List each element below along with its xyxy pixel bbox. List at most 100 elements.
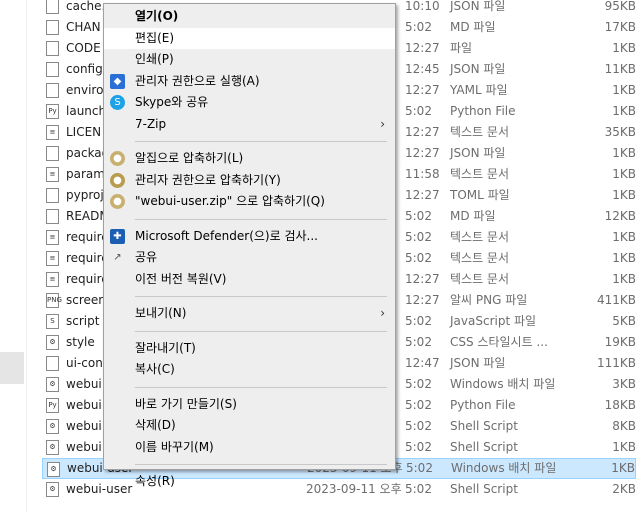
file-name: webui — [66, 398, 102, 412]
file-time: 5:02 — [405, 482, 432, 496]
menu-item[interactable]: 편집(E) — [104, 27, 395, 49]
file-size: 1KB — [612, 188, 636, 202]
context-menu: 열기(O) 편집(E) 인쇄(P) ◆ 관리자 권한으로 실행(A) S Skype와 공유… — [103, 3, 396, 488]
file-size: 8KB — [612, 419, 636, 433]
file-name: webui — [66, 419, 102, 433]
menu-item-label: 열기(O) — [135, 9, 179, 23]
file-time: 11:58 — [405, 167, 440, 181]
file-size: 95KB — [604, 0, 636, 13]
menu-item-label: 이름 바꾸기(M) — [135, 439, 214, 454]
menu-item-label: Microsoft Defender(으)로 검사... — [135, 228, 318, 243]
file-type: 텍스트 문서 — [450, 125, 510, 139]
menu-item[interactable]: 보내기(N) › — [104, 303, 395, 325]
file-size: 1KB — [612, 230, 636, 244]
png-icon: PNG — [46, 293, 62, 308]
chevron-right-icon: › — [380, 306, 385, 320]
menu-item[interactable]: 복사(C) — [104, 359, 395, 381]
menu-item-label: Skype와 공유 — [135, 95, 209, 109]
file-icon — [46, 188, 59, 203]
file-name: screen — [66, 293, 106, 307]
file-size: 1KB — [612, 83, 636, 97]
menu-item[interactable]: ● 관리자 권한으로 압축하기(Y) — [104, 170, 395, 192]
defender-icon: ✚ — [110, 228, 125, 244]
file-name: ui-con — [66, 356, 103, 370]
file-size: 12KB — [604, 209, 636, 223]
file-icon — [46, 41, 59, 56]
menu-item[interactable]: 7-Zip › — [104, 114, 395, 136]
file-type: Python File — [450, 104, 516, 118]
nav-pane-selection — [0, 352, 24, 384]
file-type: MD 파일 — [450, 209, 496, 223]
file-time: 5:02 — [405, 104, 432, 118]
python-icon: Py — [46, 104, 59, 119]
batch-icon: ⚙ — [46, 419, 59, 434]
file-type: Shell Script — [450, 440, 518, 454]
menu-item[interactable]: 바로 가기 만들기(S) — [104, 394, 395, 416]
file-size: 1KB — [612, 146, 636, 160]
file-type: 텍스트 문서 — [450, 272, 510, 286]
file-time: 5:02 — [405, 398, 432, 412]
skype-icon: S — [110, 95, 125, 110]
menu-item-label: 관리자 권한으로 실행(A) — [135, 73, 260, 88]
file-icon — [46, 20, 59, 35]
file-size: 111KB — [596, 356, 636, 370]
menu-item[interactable]: 인쇄(P) — [104, 49, 395, 71]
pane-divider[interactable] — [26, 0, 27, 512]
menu-item[interactable]: 이전 버전 복원(V) — [104, 269, 395, 291]
batch-icon: ⚙ — [47, 462, 60, 477]
menu-item-label: 이전 버전 복원(V) — [135, 271, 227, 286]
menu-item-label: 속성(R) — [135, 474, 175, 488]
file-time: 5:02 — [405, 335, 432, 349]
text-file-icon: ≡ — [46, 167, 59, 182]
file-name: param — [66, 167, 105, 181]
file-time: 12:27 — [405, 146, 440, 160]
file-type: MD 파일 — [450, 20, 496, 34]
file-size: 1KB — [612, 167, 636, 181]
file-size: 1KB — [612, 251, 636, 265]
chevron-right-icon: › — [380, 116, 385, 131]
file-icon — [46, 62, 59, 77]
file-type: JavaScript 파일 — [450, 314, 537, 328]
share-icon: ↗ — [113, 252, 122, 263]
file-name: CODE — [66, 41, 101, 55]
file-name: CHAN — [66, 20, 101, 34]
menu-item[interactable]: 속성(R) — [104, 471, 395, 493]
menu-item[interactable]: 삭제(D) — [104, 415, 395, 437]
file-size: 17KB — [604, 20, 636, 34]
shield-icon: ◆ — [110, 73, 125, 89]
menu-item[interactable]: ● "webui-user.zip" 으로 압축하기(Q) — [104, 191, 395, 213]
menu-item[interactable]: S Skype와 공유 — [104, 92, 395, 114]
menu-item-label: 삭제(D) — [135, 418, 176, 432]
file-time: 5:02 — [405, 377, 432, 391]
file-type: Shell Script — [450, 419, 518, 433]
file-name: launch — [66, 104, 107, 118]
file-name: pyproj — [66, 188, 104, 202]
menu-separator — [135, 218, 387, 220]
text-file-icon: ≡ — [46, 125, 59, 140]
file-icon — [46, 209, 59, 224]
file-time: 12:27 — [405, 293, 440, 307]
file-name: cache. — [66, 0, 106, 13]
menu-item[interactable]: ✚ Microsoft Defender(으)로 검사... — [104, 226, 395, 248]
file-type: 텍스트 문서 — [450, 251, 510, 265]
menu-item[interactable]: ◆ 관리자 권한으로 실행(A) — [104, 71, 395, 93]
file-type: TOML 파일 — [450, 188, 510, 202]
menu-item[interactable]: ↗ 공유 — [104, 247, 395, 269]
menu-item[interactable]: 잘라내기(T) — [104, 338, 395, 360]
file-size: 1KB — [611, 461, 635, 475]
menu-item[interactable]: ● 알집으로 압축하기(L) — [104, 148, 395, 170]
file-type: CSS 스타일시트 ... — [450, 335, 548, 349]
file-time: 12:27 — [405, 83, 440, 97]
menu-item[interactable]: 열기(O) — [104, 6, 395, 28]
menu-item[interactable]: 이름 바꾸기(M) — [104, 437, 395, 459]
file-time: 5:02 — [405, 251, 432, 265]
file-size: 1KB — [612, 104, 636, 118]
file-size: 1KB — [612, 272, 636, 286]
menu-item-label: 공유 — [135, 250, 158, 264]
file-time: 5:02 — [405, 419, 432, 433]
file-type: JSON 파일 — [450, 146, 506, 160]
python-icon: Py — [46, 398, 59, 413]
file-type: Windows 배치 파일 — [450, 377, 556, 391]
file-time: 5:02 — [406, 461, 433, 475]
file-name: webui — [66, 440, 102, 454]
